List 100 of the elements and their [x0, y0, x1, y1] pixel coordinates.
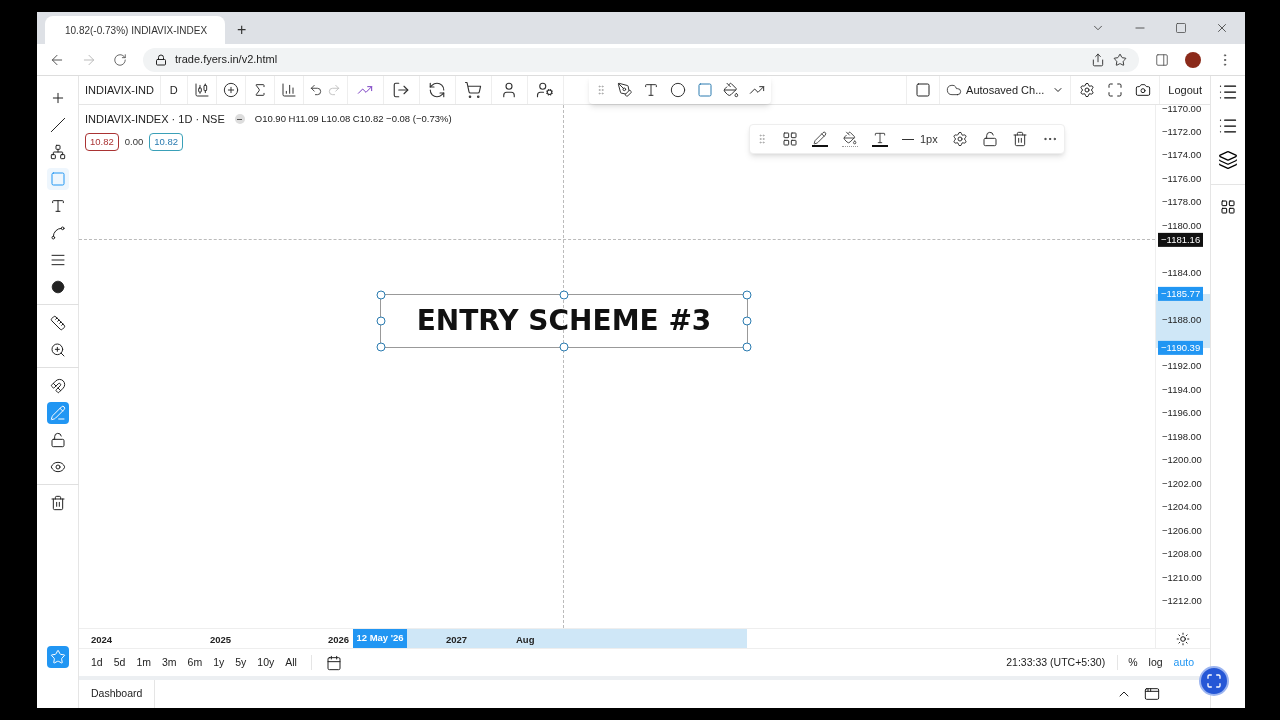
close-icon[interactable] [1215, 21, 1229, 35]
price-label: −1184.00 [1162, 265, 1202, 280]
clock-text: 21:33:33 (UTC+5:30) [1006, 654, 1119, 671]
time-label: 2024 [91, 633, 113, 647]
widgets-icon[interactable] [1220, 199, 1236, 215]
side-panel-icon[interactable] [1155, 52, 1169, 67]
price-label: −1208.00 [1162, 546, 1202, 561]
price-label: −1172.00 [1162, 124, 1202, 139]
refresh-icon[interactable] [428, 81, 447, 99]
resize-handle[interactable] [376, 342, 386, 352]
add-template-icon[interactable] [782, 131, 798, 147]
line-color-icon[interactable] [812, 131, 828, 147]
buy-price[interactable]: 10.82 [149, 132, 184, 151]
price-label: −1204.00 [1162, 500, 1202, 514]
price-label: −1198.00 [1162, 429, 1202, 444]
range-button[interactable]: All [285, 654, 297, 671]
range-button[interactable]: 5y [235, 654, 247, 671]
date-range-icon[interactable] [325, 654, 342, 671]
favorites-button[interactable] [46, 646, 69, 668]
maximize-icon[interactable] [1175, 22, 1187, 34]
range-top-price-label: −1185.77 [1158, 286, 1204, 302]
range-button[interactable]: 6m [187, 654, 203, 671]
resize-handle[interactable] [742, 290, 752, 300]
time-label: 2026 [328, 633, 350, 647]
range-button[interactable]: 1d [91, 654, 103, 671]
dashboard-tab[interactable]: Dashboard [79, 680, 156, 708]
resize-handle[interactable] [742, 316, 752, 326]
exit-icon[interactable] [392, 81, 411, 99]
reload-icon[interactable] [113, 52, 127, 67]
scale-button[interactable]: % [1128, 654, 1138, 671]
range-button[interactable]: 1y [213, 654, 225, 671]
new-tab-button[interactable]: + [225, 16, 259, 44]
screen-button[interactable] [1199, 666, 1229, 696]
bookmark-icon[interactable] [1113, 52, 1127, 67]
trash-icon[interactable] [1011, 131, 1028, 147]
text-color-icon[interactable] [872, 131, 888, 147]
ohlc-values: O10.90 H11.09 L10.08 C10.82 −0.08 (−0.73%) [254, 112, 452, 127]
price-label: −1192.00 [1162, 359, 1202, 374]
logout-button[interactable]: Logout [1160, 76, 1210, 104]
browser-tab[interactable]: 10.82(-0.73%) INDIAVIX-INDEX [45, 16, 225, 44]
url-text: trade.fyers.in/v2.html [175, 52, 278, 68]
price-label: −1180.00 [1162, 218, 1202, 233]
profile-avatar[interactable] [1185, 51, 1201, 68]
resize-handle[interactable] [376, 290, 386, 300]
crosshair-time-label: 12 May '26 [353, 629, 407, 648]
price-label: −1194.00 [1162, 382, 1202, 397]
crosshair-price-label: −1181.16 [1158, 232, 1204, 248]
price-label: −1212.00 [1162, 593, 1202, 608]
ellipse-icon[interactable] [669, 82, 687, 98]
interval-selector[interactable]: D [160, 76, 188, 104]
time-label: Aug [516, 633, 535, 647]
candlestick-icon[interactable] [193, 82, 210, 98]
range-bottom-price-label: −1190.39 [1158, 340, 1204, 356]
symbol-selector[interactable]: INDIAVIX-IND [79, 76, 161, 104]
tab-title: 10.82(-0.73%) INDIAVIX-INDEX [65, 23, 208, 38]
unlock-icon[interactable] [981, 131, 998, 147]
drag-handle-icon[interactable] [756, 133, 768, 145]
indicator-icon[interactable] [280, 82, 297, 98]
range-button[interactable]: 3m [161, 654, 177, 671]
layout-icon[interactable] [915, 82, 932, 98]
resize-handle[interactable] [559, 342, 569, 352]
share-icon[interactable] [1091, 52, 1105, 67]
spread-value: 0.00 [124, 134, 144, 149]
price-label: −1178.00 [1162, 195, 1202, 210]
window-icon[interactable] [1144, 686, 1160, 702]
price-label: −1196.00 [1162, 406, 1202, 421]
line-width-button[interactable]: 1px [902, 130, 938, 148]
range-button[interactable]: 5d [113, 654, 126, 671]
resize-handle[interactable] [376, 316, 386, 326]
price-label: −1202.00 [1162, 476, 1202, 491]
scale-button[interactable]: log [1148, 654, 1163, 671]
time-label: 2025 [210, 633, 232, 647]
range-button[interactable]: 10y [257, 654, 275, 671]
fill-color-icon[interactable] [842, 131, 858, 147]
pen-icon[interactable] [617, 82, 633, 98]
collapse-icon[interactable] [234, 114, 245, 125]
user-settings-icon[interactable] [536, 81, 555, 99]
resize-handle[interactable] [742, 342, 752, 352]
brush-icon[interactable] [723, 82, 739, 98]
drag-handle-icon[interactable] [595, 84, 607, 96]
layers-icon[interactable] [1218, 150, 1238, 170]
rectangle-icon[interactable] [697, 82, 713, 98]
resize-handle[interactable] [559, 290, 569, 300]
price-label: −1206.00 [1162, 523, 1202, 538]
lock-icon [155, 53, 167, 66]
address-field[interactable]: trade.fyers.in/v2.html [143, 47, 1139, 72]
time-label: 2027 [446, 633, 468, 647]
text-icon[interactable] [643, 82, 659, 98]
add-icon[interactable] [222, 82, 239, 98]
cloud-icon [946, 82, 963, 98]
price-label: −1174.00 [1162, 148, 1202, 163]
camera-icon[interactable] [1135, 82, 1152, 98]
range-button[interactable]: 1m [136, 654, 151, 671]
legend-title: INDIAVIX-INDEX · 1D · NSE [85, 112, 225, 127]
layout-selector[interactable]: Autosaved Ch... [939, 76, 1072, 104]
undo-icon[interactable] [309, 83, 324, 97]
cart-icon[interactable] [464, 81, 483, 99]
price-label: −1188.00 [1162, 312, 1202, 327]
sell-price[interactable]: 10.82 [85, 132, 119, 151]
fullscreen-icon[interactable] [1107, 82, 1124, 98]
